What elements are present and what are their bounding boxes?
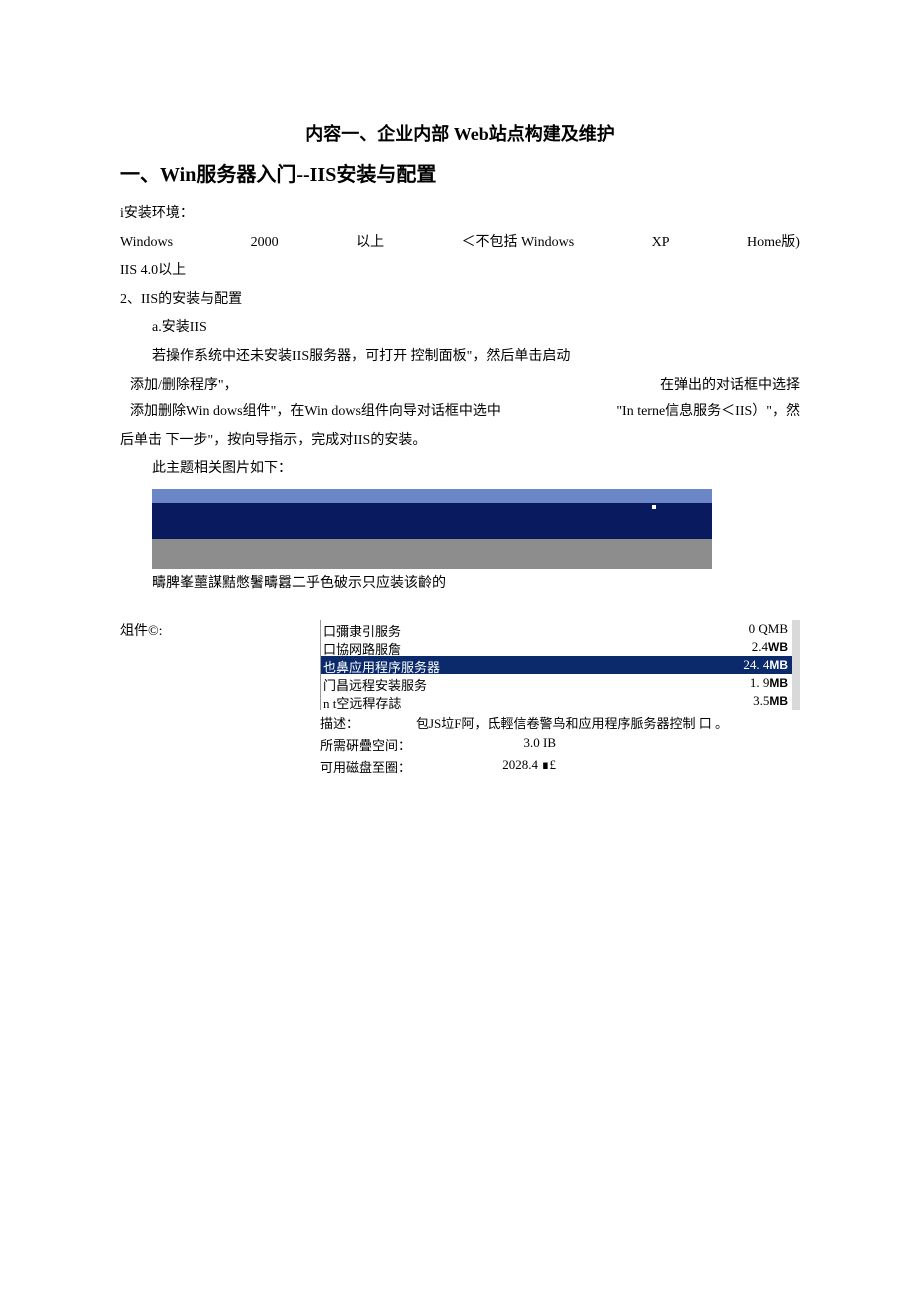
component-name: 门昌远程安装服务	[323, 675, 427, 691]
line-next: 后单击 下一步"，按向导指示，完成对IIS的安装。	[120, 428, 800, 455]
group-label: 俎件©:	[120, 620, 220, 776]
env-c3: ＜不包括 Windows	[462, 230, 575, 257]
available-space-value: 2028.4 ∎£	[416, 757, 556, 776]
spacer	[120, 600, 800, 620]
component-name: n t空远稈存誌	[323, 693, 401, 709]
component-size: 3.5MB	[753, 693, 788, 709]
line-wizard-left: 添加删除Win dows组件"，在Win dows组件向导对话框中选中	[130, 399, 501, 426]
env-c2: 以上	[356, 230, 384, 257]
component-size: 1. 9MB	[750, 675, 788, 691]
section-heading: 一、Win服务器入门--IIS安装与配置	[120, 158, 800, 187]
component-size: 2.4WB	[752, 639, 788, 655]
required-space-label: 所需硏疊空间：	[320, 735, 416, 754]
screenshot-header	[152, 503, 712, 539]
line-wizard-right: "In terne信息服务＜IIS）"，然	[616, 399, 800, 426]
screenshot-tick	[652, 505, 656, 509]
line-addremove: 添加/删除程序"， 在弹出的对话框中选择	[120, 373, 800, 400]
line-open: 若操作系统中还未安装IIS服务器，可打开 控制面板"，然后单击启动	[120, 344, 800, 371]
screenshot-titlebar	[152, 489, 712, 503]
gloss-line: 疇脾峯蘁謀黠憋鬐疇囂二乎色破示只应装该齡的	[120, 571, 800, 598]
line-add-left: 添加/删除程序"，	[130, 373, 238, 400]
list-item[interactable]: 口協网路服詹 2.4WB	[320, 638, 800, 656]
component-name: 口協网路服詹	[323, 639, 401, 655]
required-space-value: 3.0 IB	[416, 735, 556, 754]
list-item[interactable]: 口彌隶引服务 0 QMB	[320, 620, 800, 638]
env-row: Windows 2000 以上 ＜不包括 Windows XP Home版)	[120, 230, 800, 257]
env-c0: Windows	[120, 230, 173, 257]
description-label: 描述：	[320, 713, 416, 732]
components-list: 口彌隶引服务 0 QMB 口協网路服詹 2.4WB 也鼻应用程序服务器 24. …	[320, 620, 800, 776]
line-a: a.安装IIS	[120, 315, 800, 342]
description-text: 包JS垃F阿，氐輕信卷警鸟和应用程序脈务器控制 口 。	[416, 713, 728, 732]
component-size: 24. 4MB	[743, 657, 788, 673]
available-space-label: 可用磁盘至圈：	[320, 757, 416, 776]
document-page: 内容一、企业内部 Web站点构建及维护 一、Win服务器入门--IIS安装与配置…	[0, 0, 920, 816]
line-iis40: IIS 4.0以上	[120, 258, 800, 285]
list-item[interactable]: 门昌远程安装服务 1. 9MB	[320, 674, 800, 692]
env-c1: 2000	[251, 230, 279, 257]
screenshot-placeholder	[152, 489, 712, 569]
component-name: 口彌隶引服务	[323, 621, 401, 637]
env-c4: XP	[652, 230, 670, 257]
component-size: 0 QMB	[749, 621, 788, 637]
description-row: 描述： 包JS垃F阿，氐輕信卷警鸟和应用程序脈务器控制 口 。	[320, 710, 800, 732]
list-item-selected[interactable]: 也鼻应用程序服务器 24. 4MB	[320, 656, 800, 674]
list-item[interactable]: n t空远稈存誌 3.5MB	[320, 692, 800, 710]
line-2: 2、IIS的安装与配置	[120, 287, 800, 314]
page-title: 内容一、企业内部 Web站点构建及维护	[120, 120, 800, 146]
available-space-row: 可用磁盘至圈： 2028.4 ∎£	[320, 754, 800, 776]
line-img-caption: 此主题相关图片如下：	[120, 456, 800, 483]
env-c5: Home版)	[747, 230, 800, 257]
required-space-row: 所需硏疊空间： 3.0 IB	[320, 732, 800, 754]
line-wizard: 添加删除Win dows组件"，在Win dows组件向导对话框中选中 "In …	[120, 399, 800, 426]
env-label: i安装环境：	[120, 201, 800, 228]
component-name: 也鼻应用程序服务器	[323, 657, 440, 673]
line-add-right: 在弹出的对话框中选择	[660, 373, 800, 400]
screenshot-body	[152, 539, 712, 569]
components-area: 俎件©: 口彌隶引服务 0 QMB 口協网路服詹 2.4WB 也鼻应用程序服务器…	[120, 620, 800, 776]
